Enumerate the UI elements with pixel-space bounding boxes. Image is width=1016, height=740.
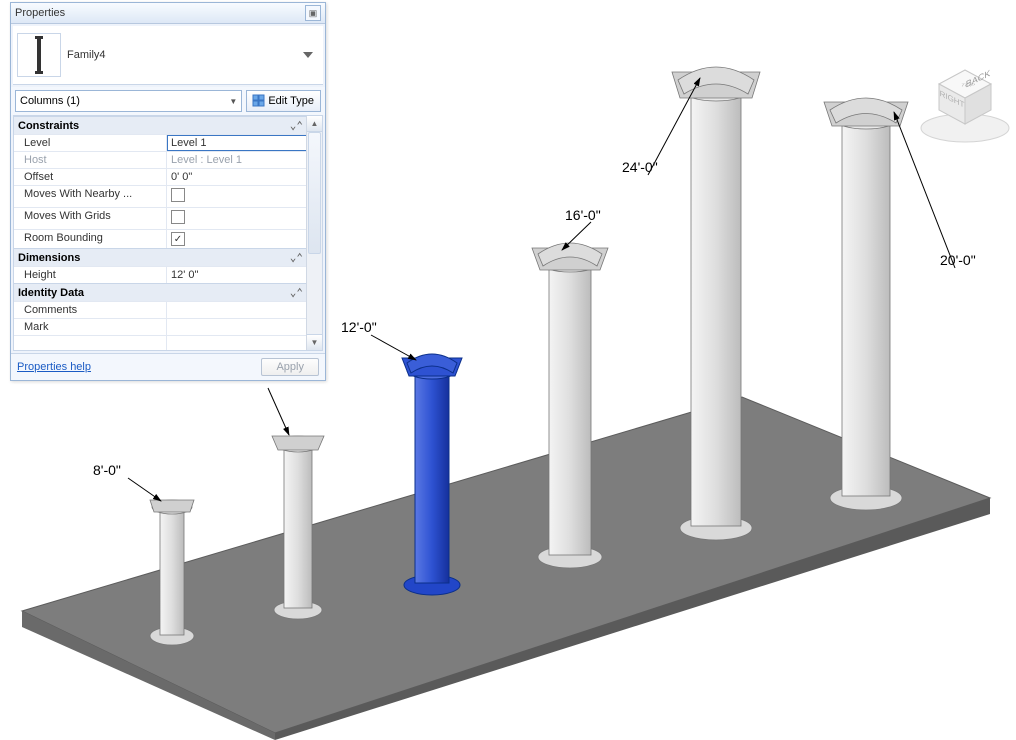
filter-select[interactable]: Columns (1) ▼: [15, 90, 242, 112]
scroll-thumb[interactable]: [308, 132, 321, 254]
type-selector[interactable]: Family4: [13, 26, 323, 85]
row-height[interactable]: Height 12' 0": [14, 266, 307, 283]
palette-close-icon[interactable]: ▣: [305, 5, 321, 21]
apply-button[interactable]: Apply: [261, 358, 319, 376]
row-moves-nearby[interactable]: Moves With Nearby ...: [14, 185, 307, 207]
row-moves-grids[interactable]: Moves With Grids: [14, 207, 307, 229]
properties-grid[interactable]: Constraints⌄⌃ Level Level 1 Host Level :…: [14, 116, 307, 350]
family-name: Family4: [67, 49, 303, 61]
viewcube[interactable]: TOP RIGHT BACK: [918, 50, 1012, 144]
group-dimensions[interactable]: Dimensions⌄⌃: [14, 248, 307, 266]
scroll-up-icon[interactable]: ▲: [307, 116, 322, 132]
type-thumbnail: [17, 33, 61, 77]
edit-type-icon: [253, 95, 265, 107]
properties-help-link[interactable]: Properties help: [17, 361, 91, 373]
moves-nearby-checkbox[interactable]: [171, 188, 185, 202]
palette-titlebar[interactable]: Properties ▣: [11, 3, 325, 24]
room-bounding-checkbox[interactable]: ✓: [171, 232, 185, 246]
dim-label-3: 12'-0": [341, 319, 377, 335]
level-value[interactable]: Level 1: [167, 135, 307, 151]
dim-label-1: 8'-0": [93, 462, 121, 478]
palette-title: Properties: [15, 7, 65, 19]
dim-label-5: 24'-0": [622, 159, 658, 175]
row-comments[interactable]: Comments: [14, 301, 307, 318]
row-mark[interactable]: Mark: [14, 318, 307, 335]
properties-palette[interactable]: Properties ▣ Family4 Columns (1) ▼ Edit …: [10, 2, 326, 381]
type-dropdown-icon[interactable]: [303, 52, 313, 58]
grid-scrollbar[interactable]: ▲ ▼: [306, 116, 322, 350]
scroll-down-icon[interactable]: ▼: [307, 334, 322, 350]
row-level[interactable]: Level Level 1: [14, 134, 307, 151]
dim-label-4: 16'-0": [565, 207, 601, 223]
row-offset[interactable]: Offset 0' 0": [14, 168, 307, 185]
moves-grids-checkbox[interactable]: [171, 210, 185, 224]
row-host: Host Level : Level 1: [14, 151, 307, 168]
dim-label-6: 20'-0": [940, 252, 976, 268]
edit-type-button[interactable]: Edit Type: [246, 90, 321, 112]
row-room-bounding[interactable]: Room Bounding ✓: [14, 229, 307, 248]
group-constraints[interactable]: Constraints⌄⌃: [14, 116, 307, 134]
group-identity[interactable]: Identity Data⌄⌃: [14, 283, 307, 301]
